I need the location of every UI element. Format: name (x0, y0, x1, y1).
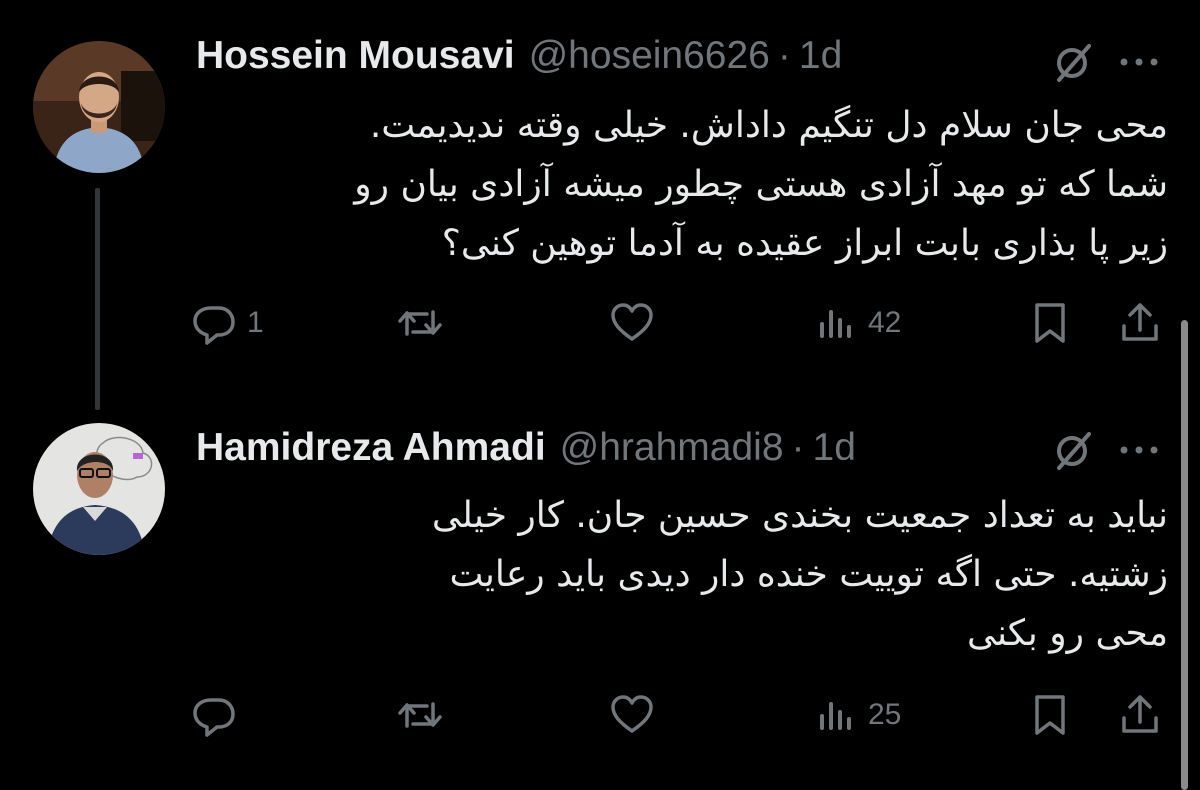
avatar-hossein[interactable] (33, 41, 165, 173)
reply-button[interactable]: 1 (191, 300, 264, 346)
tweet-text: نباید به تعداد جمعیت بخندی حسین جان. کار… (196, 486, 1168, 663)
author-handle[interactable]: @hrahmadi8 (560, 426, 784, 470)
tweet-text-line: محی رو بکنی (967, 613, 1168, 654)
share-button[interactable] (1117, 692, 1163, 738)
reply-icon (193, 306, 235, 345)
bookmark-button[interactable] (1027, 300, 1073, 346)
reply-icon (193, 698, 235, 737)
heart-icon (611, 695, 653, 733)
tweet-text-line: نباید به تعداد جمعیت بخندی حسین جان. کار… (431, 495, 1168, 536)
more-icon[interactable] (1116, 440, 1162, 460)
views-button[interactable]: 25 (812, 692, 901, 738)
like-button[interactable] (609, 692, 655, 738)
bookmark-icon (1035, 695, 1065, 735)
scrollbar[interactable] (1181, 320, 1188, 790)
grok-icon[interactable] (1051, 40, 1097, 86)
tweet-text: محی جان سلام دل تنگیم داداش. خیلی وقته ن… (196, 96, 1168, 273)
tweet-text-line: محی جان سلام دل تنگیم داداش. خیلی وقته ن… (369, 105, 1168, 146)
author-handle[interactable]: @hosein6626 (529, 34, 770, 78)
views-count: 25 (868, 698, 902, 731)
retweet-button[interactable] (397, 300, 443, 346)
views-count: 42 (868, 306, 902, 339)
views-icon (820, 702, 851, 730)
heart-icon (611, 303, 653, 341)
tweet-header: Hamidreza Ahmadi @hrahmadi8 · 1d (196, 426, 856, 470)
timestamp[interactable]: 1d (799, 34, 842, 78)
views-icon (820, 310, 851, 338)
separator-dot: · (777, 34, 791, 77)
thread-connector (95, 188, 100, 410)
bookmark-button[interactable] (1027, 692, 1073, 738)
like-button[interactable] (609, 300, 655, 346)
retweet-button[interactable] (397, 692, 443, 738)
tweet-text-line: زیر پا بذاری بابت ابراز عقیده به آدما تو… (441, 223, 1168, 264)
grok-icon[interactable] (1051, 428, 1097, 474)
reply-count: 1 (247, 306, 264, 339)
author-name[interactable]: Hossein Mousavi (196, 34, 515, 78)
share-button[interactable] (1117, 300, 1163, 346)
avatar-hamidreza[interactable] (33, 423, 165, 555)
retweet-icon (398, 310, 442, 336)
views-button[interactable]: 42 (812, 300, 901, 346)
more-icon[interactable] (1116, 52, 1162, 72)
retweet-icon (398, 702, 442, 728)
tweet-text-line: زشتیه. حتی اگه توییت خنده دار دیدی باید … (449, 554, 1168, 595)
bookmark-icon (1035, 303, 1065, 343)
tweet-text-line: شما که تو مهد آزادی هستی چطور میشه آزادی… (354, 164, 1168, 205)
separator-dot: · (791, 426, 805, 469)
share-icon (1122, 303, 1158, 341)
author-name[interactable]: Hamidreza Ahmadi (196, 426, 546, 470)
timestamp[interactable]: 1d (813, 426, 856, 470)
reply-button[interactable] (191, 692, 237, 738)
share-icon (1122, 695, 1158, 733)
tweet-header: Hossein Mousavi @hosein6626 · 1d (196, 34, 842, 78)
